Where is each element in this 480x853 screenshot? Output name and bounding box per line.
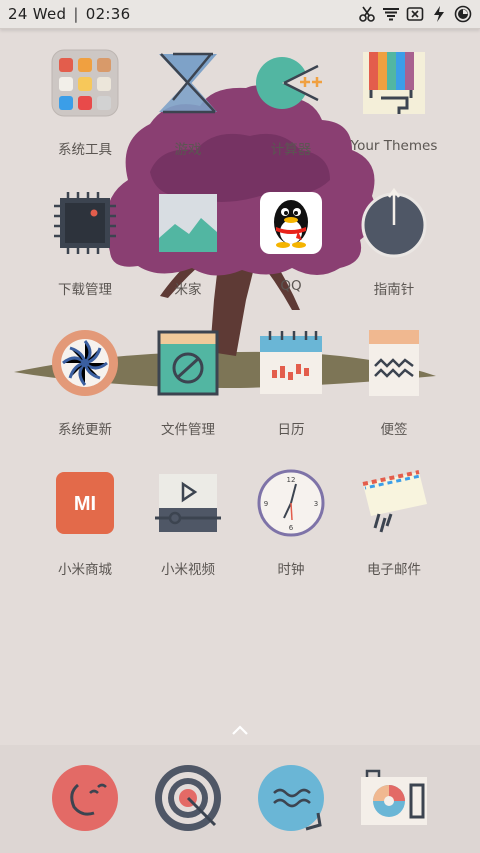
app-mijia[interactable]: 米家 (133, 188, 243, 298)
chevron-up-icon[interactable] (228, 722, 252, 738)
app-system-tools-folder[interactable]: 系统工具 (30, 48, 140, 158)
clock-numeral-9: 9 (264, 500, 268, 508)
calculator-icon (256, 48, 326, 118)
phone-icon (50, 763, 120, 833)
clock-numeral-6: 6 (289, 524, 294, 532)
app-label: 便签 (380, 422, 408, 438)
app-compass[interactable]: 指南针 (339, 188, 449, 298)
app-label: 文件管理 (161, 422, 215, 438)
app-calendar[interactable]: 日历 (236, 328, 346, 438)
status-date: 24 (8, 5, 28, 23)
themes-icon (359, 48, 429, 118)
messages-icon (256, 763, 326, 833)
scissors-icon (359, 6, 375, 22)
app-notes[interactable]: 便签 (339, 328, 449, 438)
app-calculator[interactable]: 计算器 (236, 48, 346, 158)
app-mi-video[interactable]: 小米视频 (133, 468, 243, 578)
system-update-icon (50, 328, 120, 398)
status-bar: 24 Wed | 02:36 (0, 0, 480, 29)
target-icon (153, 763, 223, 833)
notes-icon (359, 328, 429, 398)
wifi-icon (383, 8, 399, 21)
dock-app-camera[interactable] (339, 763, 449, 833)
clock-icon: 12 3 6 9 (256, 468, 326, 538)
clock-numeral-12: 12 (287, 476, 296, 484)
app-label: 日历 (277, 422, 305, 438)
email-icon (359, 468, 429, 538)
qq-penguin-icon (256, 188, 326, 258)
file-manager-icon (153, 328, 223, 398)
app-qq[interactable]: QQ (236, 188, 346, 294)
mi-logo-text: MI (74, 493, 96, 515)
app-file-manager[interactable]: 文件管理 (133, 328, 243, 438)
app-label: 系统更新 (58, 422, 112, 438)
compass-icon (359, 188, 429, 258)
app-system-update[interactable]: 系统更新 (30, 328, 140, 438)
app-label: 指南针 (373, 282, 415, 298)
app-email[interactable]: 电子邮件 (339, 468, 449, 578)
folder-icon (50, 48, 120, 118)
app-label: 下载管理 (58, 282, 112, 298)
app-clock[interactable]: 12 3 6 9 时钟 (236, 468, 346, 578)
app-your-themes[interactable]: Your Themes (339, 48, 449, 154)
dock-app-target[interactable] (133, 763, 243, 833)
app-download-manager[interactable]: 下载管理 (30, 188, 140, 298)
app-label: 小米视频 (161, 562, 215, 578)
mi-video-icon (153, 468, 223, 538)
mi-store-icon: MI (50, 468, 120, 538)
app-label: 米家 (174, 282, 202, 298)
app-label: QQ (280, 278, 302, 294)
status-datetime: 24 Wed | 02:36 (8, 5, 131, 23)
app-label: 游戏 (174, 142, 202, 158)
charging-bolt-icon (434, 6, 444, 22)
mijia-icon (153, 188, 223, 258)
dock-app-phone[interactable] (30, 763, 140, 833)
dock-app-messages[interactable] (236, 763, 346, 833)
app-label: Your Themes (350, 138, 438, 154)
app-label: 系统工具 (58, 142, 112, 158)
app-label: 小米商城 (58, 562, 112, 578)
game-icon (153, 48, 223, 118)
dock (0, 745, 480, 853)
app-label: 电子邮件 (367, 562, 421, 578)
calendar-icon (256, 328, 326, 398)
download-chip-icon (50, 188, 120, 258)
sim-card-off-icon (406, 7, 424, 21)
status-time: 02:36 (85, 5, 131, 23)
clock-numeral-3: 3 (314, 500, 318, 508)
camera-icon (359, 763, 429, 833)
app-mi-store[interactable]: MI 小米商城 (30, 468, 140, 578)
app-label: 计算器 (270, 142, 312, 158)
app-label: 时钟 (277, 562, 305, 578)
status-weekday: Wed (32, 5, 67, 23)
app-games[interactable]: 游戏 (133, 48, 243, 158)
battery-icon (454, 5, 472, 23)
